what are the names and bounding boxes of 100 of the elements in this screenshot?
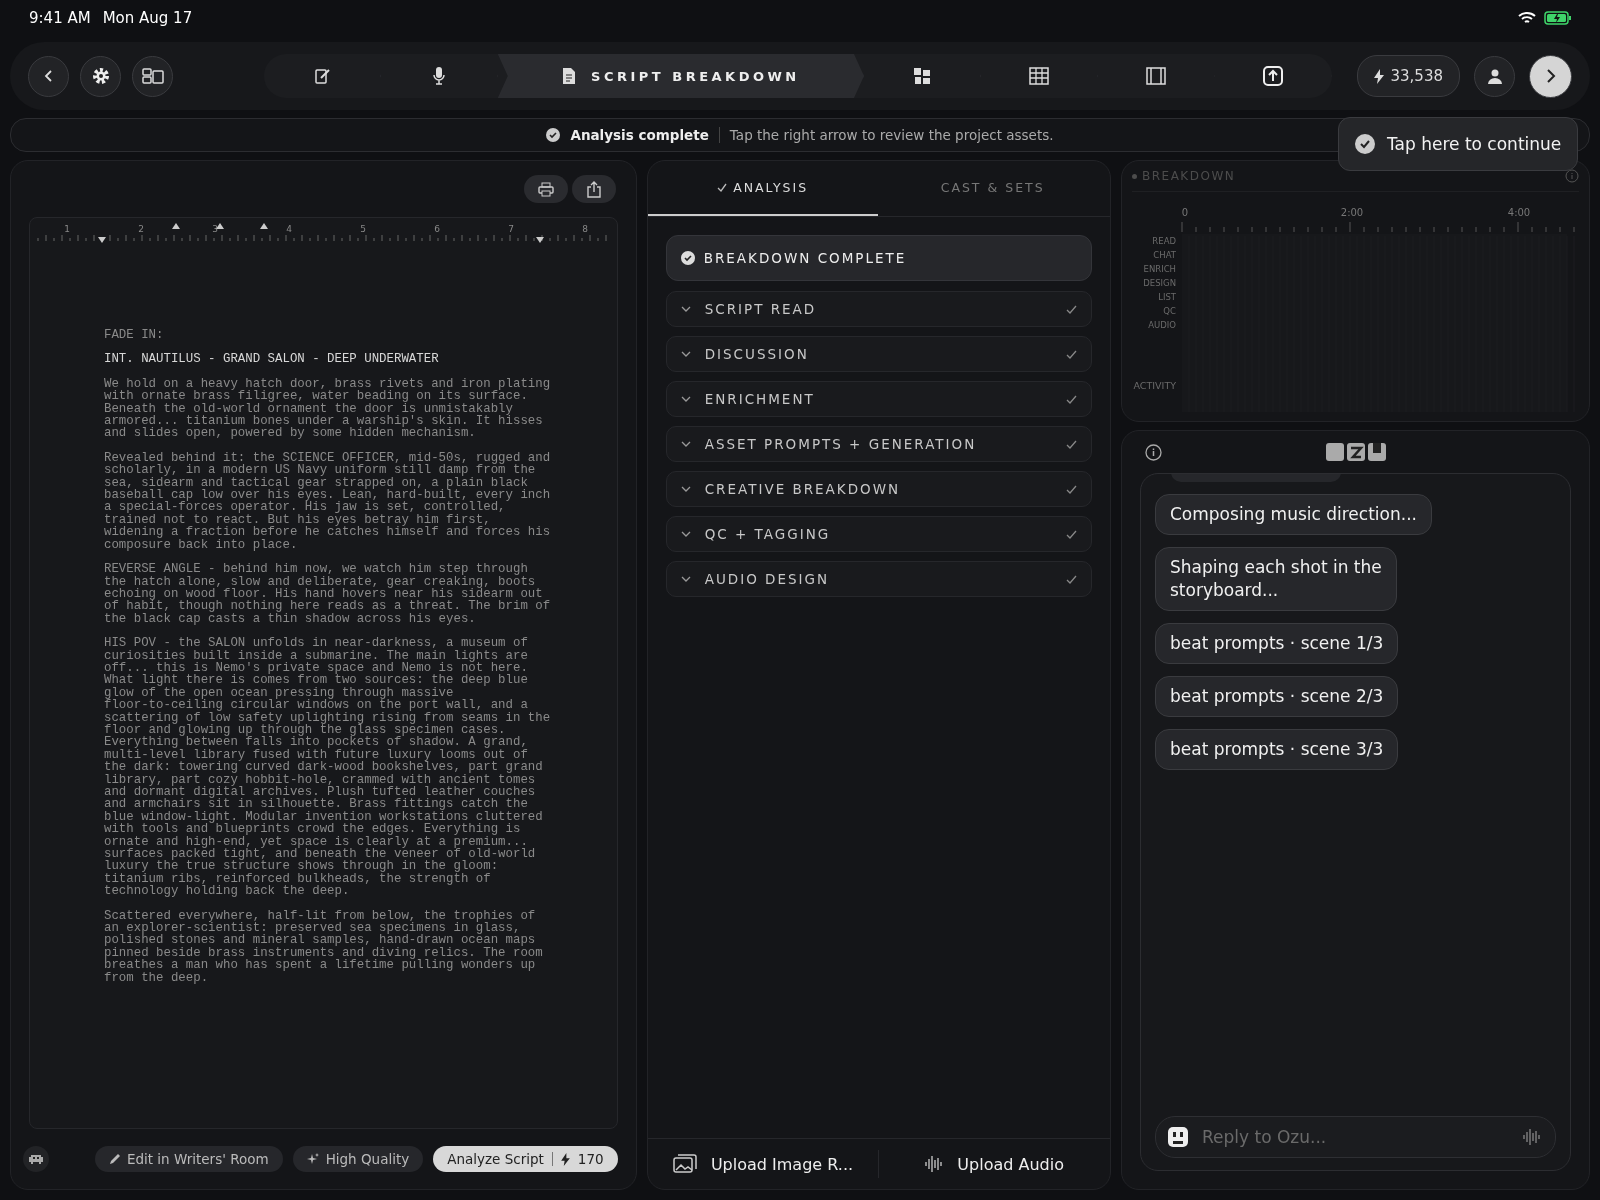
chat-message: beat prompts · scene 3/3 [1155, 729, 1399, 770]
settings-icon [90, 66, 111, 86]
table-icon [1028, 67, 1049, 85]
chevron-down-icon [680, 485, 691, 493]
document-icon [561, 67, 578, 85]
info-icon [1145, 443, 1162, 461]
lane-label: AUDIO [1148, 320, 1176, 330]
chevron-down-icon [680, 395, 691, 403]
print-button[interactable] [523, 175, 568, 203]
banner-message: Tap the right arrow to review the project assets. [729, 127, 1054, 143]
analyze-script-button[interactable]: Analyze Script 170 [433, 1146, 618, 1172]
accordion-section[interactable]: ENRICHMENT [665, 381, 1092, 417]
person-icon [1486, 68, 1503, 84]
ruler-number: 2 [138, 224, 144, 234]
check-icon [717, 183, 728, 192]
action-paragraph: We hold on a heavy hatch door, brass rivets and iron plating with ornate brass filigree, water beading on its surface. Beneath the old-world ornament the door is unmistakably armored... titanium bones under a warship's skin. It hisses and slides open, powered by some hidden mechanism. [104, 377, 552, 440]
film-icon [1145, 67, 1166, 85]
banner-title: Analysis complete [570, 127, 709, 143]
indent-marker-icon[interactable] [98, 237, 106, 243]
ruler-number: 5 [360, 224, 366, 234]
reply-field[interactable]: Reply to Ozu... [1200, 1126, 1511, 1148]
action-paragraph: REVERSE ANGLE - behind him now, we watch him step through the hatch alone, slow and deliberate, gear creaking, boots echoing on wood floor. His hand hovers near his sidearm out of habit, though nothing here reads as a threat. The brim of the black cap casts a thin shadow across his eyes. [104, 563, 552, 626]
tab-stop-icon[interactable] [260, 223, 268, 229]
chat-message: beat prompts · scene 1/3 [1155, 623, 1399, 664]
lane-label: CHAT [1153, 250, 1176, 260]
chevron-down-icon [680, 440, 691, 448]
profile-button[interactable] [1474, 55, 1515, 97]
panel-tab[interactable]: CAST & SETS [877, 161, 1108, 216]
ruler-number: 1 [64, 224, 70, 234]
chat-message: Composing music direction... [1155, 494, 1432, 535]
voice-icon[interactable] [1523, 1128, 1541, 1146]
robot-face-icon [1168, 1127, 1188, 1147]
ruler-number: 3 [212, 224, 218, 234]
indent-marker-icon[interactable] [536, 237, 544, 243]
tooltip-text: Tap here to continue [1387, 134, 1562, 154]
images-icon [672, 1154, 697, 1174]
chat-message: Shaping each shot in the storyboard... [1155, 547, 1397, 611]
status-time: 9:41 AM [29, 9, 91, 27]
upload-audio-button[interactable]: Upload Audio [879, 1153, 1110, 1175]
chevron-down-icon [680, 530, 691, 538]
chat-message: beat prompts · scene 2/3 [1155, 676, 1399, 717]
ruler-number: 6 [434, 224, 440, 234]
chevron-down-icon [680, 305, 691, 313]
action-paragraph: HIS POV - the SALON unfolds in near-darkness, a museum of curiosities built inside a submarine. The main lights are off... this is Nemo's private space and Nemo is not here. What light there is comes from two sources: the deep blue glow of the open ocean pressing through massive floor-to-ceiling circular windows on the port wall, and a scattering of low safety uplighting rising from seams in the floor and glowing up through the glass specimen cases. Everything between falls into pockets of shadow. A grand, multi-level library fused with future luxury looms out of the dark: towering curved dark-wood bookshelves, part grand library, part cozy hobbit-hole, crammed with ancient tomes and dormant digital archives. Plush tufted leather couches and armchairs sit in silhouette. Brass fittings catch the blue window-light. Modular invention workstations cluttered with tools and blueprints crowd the edges. Everything is ornate and high-end, yet space is clearly at a premium... surfaces packed tight, and beneath the veneer of old-world luxury the true structure shows through in the gloom: titanium ribs, reinforced bulkheads, the strength of technology holding back the deep. [104, 637, 552, 898]
layout-button[interactable] [132, 55, 173, 97]
lightning-icon [560, 1152, 570, 1166]
workflow-step[interactable]: SCRIPT BREAKDOWN [497, 54, 864, 98]
check-icon [1066, 484, 1077, 494]
check-icon [1066, 304, 1077, 314]
check-icon [1066, 349, 1077, 359]
lightning-icon [1373, 68, 1384, 84]
check-icon [1066, 574, 1077, 584]
logo-icon [1325, 442, 1386, 462]
pencil-page-icon [312, 67, 331, 85]
info-icon [1565, 169, 1579, 183]
waveform-icon [925, 1155, 944, 1173]
edit-in-writers-room-button[interactable]: Edit in Writers' Room [94, 1146, 283, 1172]
accordion-section[interactable]: CREATIVE BREAKDOWN [665, 471, 1092, 507]
upload-image-button[interactable]: Upload Image R... [647, 1153, 879, 1175]
share-button[interactable] [571, 175, 616, 203]
chevron-right-icon [1544, 68, 1557, 84]
script-transition: FADE IN: [104, 329, 165, 342]
lane-label: READ [1152, 236, 1176, 246]
next-button[interactable] [1529, 54, 1572, 98]
alien-icon [28, 1153, 44, 1165]
tiles-icon [912, 67, 931, 85]
check-icon [1066, 529, 1077, 539]
accordion-section[interactable]: QC + TAGGING [665, 516, 1092, 552]
microphone-icon [431, 66, 446, 86]
time-tick: 0 [1181, 207, 1189, 218]
panel-tab[interactable]: ANALYSIS [647, 161, 878, 216]
reply-box[interactable]: Reply to Ozu... [1155, 1116, 1556, 1158]
tab-stop-icon[interactable] [216, 223, 224, 229]
upload-icon [1262, 66, 1283, 86]
battery-icon [1544, 11, 1572, 25]
credits-counter: 33,538 [1356, 55, 1460, 97]
breakdown-title: BREAKDOWN [1142, 169, 1236, 183]
accordion-section[interactable]: SCRIPT READ [665, 291, 1092, 327]
accordion-section[interactable]: ASSET PROMPTS + GENERATION [665, 426, 1092, 462]
action-paragraph: Scattered everywhere, half-lit from below, the trophies of an explorer-scientist: preserved sea specimens in glass, polished stones and mineral samples, hand-drawn ocean maps pinned beside brass instruments and diving relics. The room breathes a man who has spent a lifetime pulling wonders up from the deep. [104, 909, 544, 985]
check-icon [680, 251, 695, 265]
accordion-section[interactable]: DISCUSSION [665, 336, 1092, 372]
settings-button[interactable] [80, 55, 121, 97]
chevron-down-icon [680, 575, 691, 583]
tab-stop-icon[interactable] [172, 223, 180, 229]
time-tick: 2:00 [1340, 207, 1364, 218]
check-icon [1066, 439, 1077, 449]
high-quality-button[interactable]: High Quality [292, 1146, 424, 1172]
check-icon [1066, 394, 1077, 404]
activity-label: ACTIVITY [1133, 380, 1176, 391]
pencil-icon [108, 1153, 121, 1165]
alien-button[interactable] [23, 1146, 49, 1172]
printer-icon [537, 181, 554, 197]
accordion-section[interactable]: AUDIO DESIGN [665, 561, 1092, 597]
lane-label: ENRICH [1143, 264, 1176, 274]
lane-label: QC [1163, 306, 1176, 316]
ruler-number: 8 [582, 224, 588, 234]
share-icon [586, 180, 601, 198]
lane-label: DESIGN [1143, 278, 1176, 288]
wifi-icon [1518, 11, 1536, 25]
